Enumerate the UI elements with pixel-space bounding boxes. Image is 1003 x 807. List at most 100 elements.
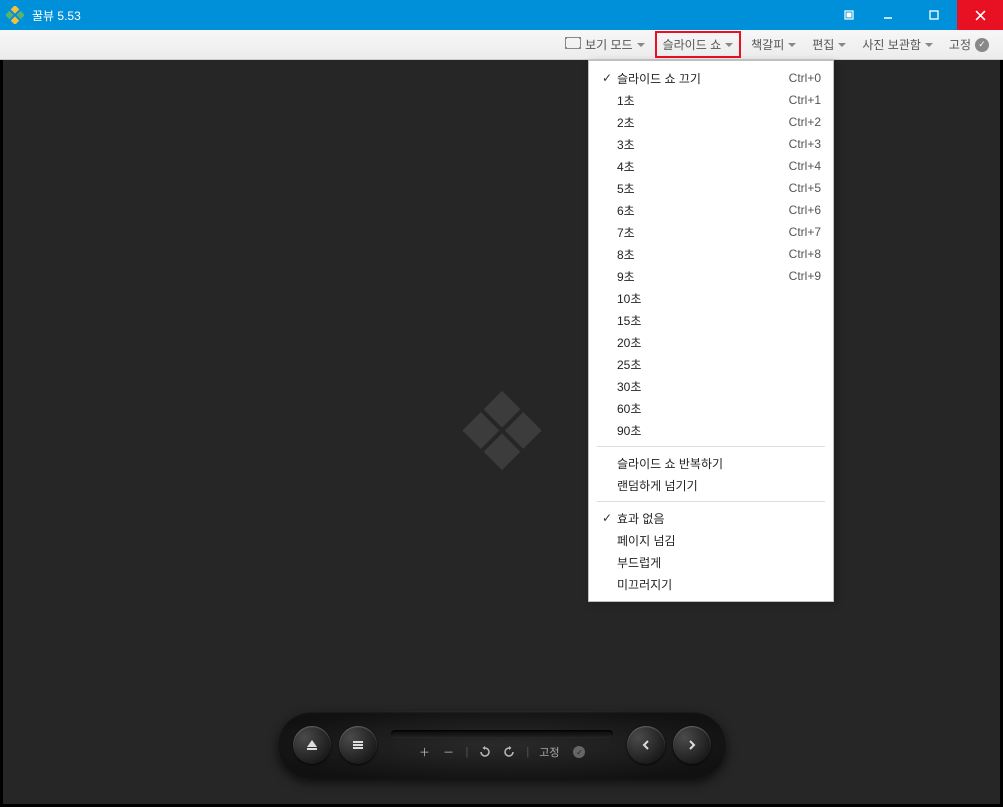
dropdown-item[interactable]: ✓효과 없음 [589, 507, 833, 529]
dropdown-item[interactable]: 15초 [589, 309, 833, 331]
dropdown-item-label: 5초 [617, 180, 789, 197]
dropdown-item-label: 7초 [617, 224, 789, 241]
menu-button[interactable] [339, 726, 377, 764]
dropdown-item-label: 6초 [617, 202, 789, 219]
dropdown-item[interactable]: 1초Ctrl+1 [589, 89, 833, 111]
toolbar-edit-label: 편집 [812, 36, 834, 53]
dropdown-item-label: 3초 [617, 136, 789, 153]
toolbar-bookmark-label: 책갈피 [751, 36, 784, 53]
dropdown-item[interactable]: 60초 [589, 397, 833, 419]
dropdown-item-shortcut: Ctrl+9 [789, 269, 821, 283]
window-minimize-button[interactable] [865, 0, 911, 30]
dropdown-item-label: 슬라이드 쇼 반복하기 [617, 455, 821, 472]
dropdown-item-shortcut: Ctrl+4 [789, 159, 821, 173]
window-title: 꿀뷰 5.53 [32, 7, 81, 24]
slider-area: ＋ － | | 고정 ✓ [385, 730, 619, 760]
dropdown-item[interactable]: 미끄러지기 [589, 573, 833, 595]
check-circle-icon: ✓ [573, 746, 585, 758]
dropdown-item-label: 20초 [617, 334, 821, 351]
dropdown-item[interactable]: 2초Ctrl+2 [589, 111, 833, 133]
dropdown-item-label: 2초 [617, 114, 789, 131]
placeholder-logo-icon [457, 386, 547, 479]
dropdown-item[interactable]: 30초 [589, 375, 833, 397]
toolbar-pin[interactable]: 고정 ✓ [943, 33, 995, 56]
dropdown-item[interactable]: 페이지 넘김 [589, 529, 833, 551]
chevron-down-icon [637, 43, 645, 47]
check-icon: ✓ [597, 511, 617, 525]
titlebar: 꿀뷰 5.53 [0, 0, 1003, 30]
dropdown-item-label: 8초 [617, 246, 789, 263]
dropdown-item-label: 60초 [617, 400, 821, 417]
window-close-button[interactable] [957, 0, 1003, 30]
dropdown-item-label: 슬라이드 쇼 끄기 [617, 70, 789, 87]
check-circle-icon: ✓ [975, 38, 989, 52]
image-viewport[interactable] [3, 60, 1000, 804]
dropdown-item[interactable]: 90초 [589, 419, 833, 441]
dropdown-item-shortcut: Ctrl+8 [789, 247, 821, 261]
toolbar-photostorage-label: 사진 보관함 [862, 36, 921, 53]
check-icon: ✓ [597, 71, 617, 85]
control-icon-row: ＋ － | | 고정 ✓ [391, 744, 613, 760]
dropdown-item[interactable]: 6초Ctrl+6 [589, 199, 833, 221]
chevron-down-icon [838, 43, 846, 47]
dropdown-item-shortcut: Ctrl+7 [789, 225, 821, 239]
slideshow-dropdown: ✓슬라이드 쇼 끄기Ctrl+01초Ctrl+12초Ctrl+23초Ctrl+3… [588, 60, 834, 602]
dropdown-item[interactable]: 20초 [589, 331, 833, 353]
dropdown-item[interactable]: ✓슬라이드 쇼 끄기Ctrl+0 [589, 67, 833, 89]
toolbar-viewmode[interactable]: 보기 모드 [559, 33, 651, 56]
dropdown-item-shortcut: Ctrl+3 [789, 137, 821, 151]
dropdown-item[interactable]: 3초Ctrl+3 [589, 133, 833, 155]
dropdown-item-label: 10초 [617, 290, 821, 307]
chevron-down-icon [925, 43, 933, 47]
rotate-left-icon[interactable] [478, 745, 492, 759]
dropdown-item-label: 4초 [617, 158, 789, 175]
dropdown-item-shortcut: Ctrl+1 [789, 93, 821, 107]
app-logo-icon [6, 6, 24, 24]
progress-slider[interactable] [391, 730, 613, 738]
rotate-right-icon[interactable] [502, 745, 516, 759]
toolbar-pin-label: 고정 [949, 36, 971, 53]
toolbar-bookmark[interactable]: 책갈피 [745, 33, 802, 56]
zoom-in-icon[interactable]: ＋ [418, 745, 432, 759]
dropdown-item[interactable]: 7초Ctrl+7 [589, 221, 833, 243]
window-maximize-button[interactable] [911, 0, 957, 30]
dropdown-item-label: 페이지 넘김 [617, 532, 821, 549]
control-bar: ＋ － | | 고정 ✓ [277, 711, 727, 779]
toolbar-viewmode-label: 보기 모드 [585, 36, 633, 53]
dropdown-item[interactable]: 랜덤하게 넘기기 [589, 474, 833, 496]
dropdown-item-shortcut: Ctrl+6 [789, 203, 821, 217]
dropdown-item[interactable]: 5초Ctrl+5 [589, 177, 833, 199]
dropdown-item[interactable]: 슬라이드 쇼 반복하기 [589, 452, 833, 474]
toolbar-slideshow-label: 슬라이드 쇼 [663, 36, 722, 53]
toolbar: 보기 모드 슬라이드 쇼 책갈피 편집 사진 보관함 고정 ✓ [0, 30, 1003, 60]
dropdown-item-label: 랜덤하게 넘기기 [617, 477, 821, 494]
dropdown-item[interactable]: 25초 [589, 353, 833, 375]
dropdown-item[interactable]: 4초Ctrl+4 [589, 155, 833, 177]
prev-button[interactable] [627, 726, 665, 764]
toolbar-photostorage[interactable]: 사진 보관함 [856, 33, 939, 56]
dropdown-item[interactable]: 8초Ctrl+8 [589, 243, 833, 265]
viewmode-icon [565, 37, 581, 52]
toolbar-slideshow[interactable]: 슬라이드 쇼 [655, 31, 742, 58]
dropdown-item-label: 25초 [617, 356, 821, 373]
dropdown-item-label: 미끄러지기 [617, 576, 821, 593]
next-button[interactable] [673, 726, 711, 764]
dropdown-item-shortcut: Ctrl+2 [789, 115, 821, 129]
controlbar-pin-label[interactable]: 고정 [539, 744, 559, 760]
separator [597, 501, 825, 502]
dropdown-item[interactable]: 9초Ctrl+9 [589, 265, 833, 287]
dropdown-item-label: 15초 [617, 312, 821, 329]
eject-button[interactable] [293, 726, 331, 764]
dropdown-item-label: 9초 [617, 268, 789, 285]
dropdown-item-label: 효과 없음 [617, 510, 821, 527]
toolbar-edit[interactable]: 편집 [806, 33, 852, 56]
dropdown-item-label: 30초 [617, 378, 821, 395]
window-tray-button[interactable] [833, 0, 865, 30]
chevron-down-icon [725, 43, 733, 47]
dropdown-item[interactable]: 부드럽게 [589, 551, 833, 573]
dropdown-item-label: 90초 [617, 422, 821, 439]
dropdown-item[interactable]: 10초 [589, 287, 833, 309]
separator [597, 446, 825, 447]
dropdown-item-shortcut: Ctrl+0 [789, 71, 821, 85]
zoom-out-icon[interactable]: － [442, 745, 456, 759]
